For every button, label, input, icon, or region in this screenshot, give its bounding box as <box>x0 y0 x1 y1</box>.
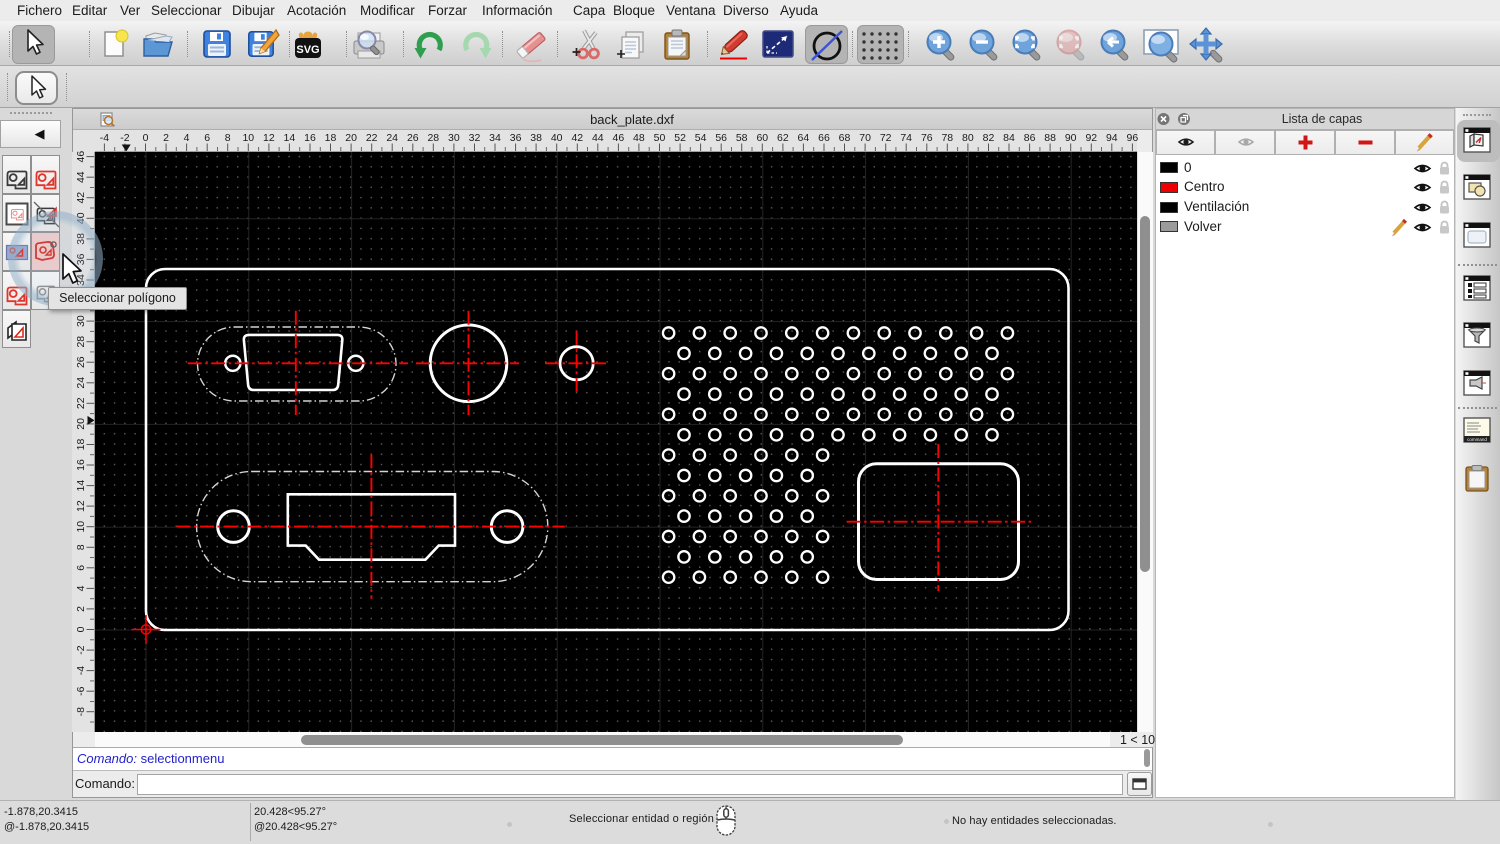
svg-text:26: 26 <box>407 132 419 144</box>
svg-text:6: 6 <box>75 565 87 571</box>
svg-text:38: 38 <box>530 132 542 144</box>
svg-text:62: 62 <box>777 132 789 144</box>
svg-text:94: 94 <box>1106 132 1118 144</box>
svg-text:28: 28 <box>75 336 87 348</box>
svg-text:70: 70 <box>859 132 871 144</box>
svg-text:26: 26 <box>75 356 87 368</box>
svg-text:80: 80 <box>962 132 974 144</box>
svg-text:54: 54 <box>695 132 707 144</box>
svg-text:-6: -6 <box>75 686 87 695</box>
svg-text:48: 48 <box>633 132 645 144</box>
svg-text:34: 34 <box>489 132 501 144</box>
svg-text:74: 74 <box>900 132 912 144</box>
svg-text:66: 66 <box>818 132 830 144</box>
svg-text:56: 56 <box>715 132 727 144</box>
svg-text:90: 90 <box>1065 132 1077 144</box>
svg-text:12: 12 <box>263 132 275 144</box>
svg-text:58: 58 <box>736 132 748 144</box>
svg-text:64: 64 <box>798 132 810 144</box>
svg-text:30: 30 <box>75 315 87 327</box>
svg-text:92: 92 <box>1085 132 1097 144</box>
svg-text:command: command <box>1467 437 1487 442</box>
svg-text:-4: -4 <box>75 666 87 675</box>
svg-text:16: 16 <box>75 459 87 471</box>
svg-text:0: 0 <box>143 132 149 144</box>
svg-text:-2: -2 <box>120 132 129 144</box>
svg-text:2: 2 <box>163 132 169 144</box>
svg-text:4: 4 <box>75 585 87 591</box>
svg-text:-8: -8 <box>75 707 87 716</box>
svg-text:22: 22 <box>75 397 87 409</box>
svg-text:32: 32 <box>469 132 481 144</box>
svg-text:76: 76 <box>921 132 933 144</box>
svg-text:30: 30 <box>448 132 460 144</box>
svg-text:52: 52 <box>674 132 686 144</box>
svg-text:10: 10 <box>75 521 87 533</box>
svg-text:36: 36 <box>510 132 522 144</box>
svg-text:14: 14 <box>284 132 296 144</box>
svg-text:18: 18 <box>75 439 87 451</box>
svg-text:20: 20 <box>75 418 87 430</box>
svg-text:50: 50 <box>654 132 666 144</box>
svg-text:44: 44 <box>75 171 87 183</box>
svg-text:42: 42 <box>75 192 87 204</box>
svg-text:86: 86 <box>1024 132 1036 144</box>
svg-text:24: 24 <box>75 377 87 389</box>
svg-text:78: 78 <box>941 132 953 144</box>
svg-text:16: 16 <box>304 132 316 144</box>
svg-text:-4: -4 <box>100 132 109 144</box>
svg-text:SVG: SVG <box>296 44 319 56</box>
svg-text:88: 88 <box>1044 132 1056 144</box>
svg-text:20: 20 <box>345 132 357 144</box>
svg-text:68: 68 <box>839 132 851 144</box>
svg-text:82: 82 <box>983 132 995 144</box>
svg-text:22: 22 <box>366 132 378 144</box>
svg-text:10: 10 <box>242 132 254 144</box>
svg-text:60: 60 <box>756 132 768 144</box>
svg-text:44: 44 <box>592 132 604 144</box>
svg-text:6: 6 <box>204 132 210 144</box>
svg-text:72: 72 <box>880 132 892 144</box>
svg-text:18: 18 <box>325 132 337 144</box>
svg-text:46: 46 <box>613 132 625 144</box>
svg-text:8: 8 <box>75 544 87 550</box>
svg-text:2: 2 <box>75 606 87 612</box>
svg-text:96: 96 <box>1127 132 1139 144</box>
svg-text:28: 28 <box>427 132 439 144</box>
svg-text:40: 40 <box>551 132 563 144</box>
svg-text:12: 12 <box>75 500 87 512</box>
svg-text:8: 8 <box>225 132 231 144</box>
svg-text:4: 4 <box>184 132 190 144</box>
svg-text:42: 42 <box>571 132 583 144</box>
svg-text:84: 84 <box>1003 132 1015 144</box>
svg-text:46: 46 <box>75 151 87 163</box>
svg-text:24: 24 <box>386 132 398 144</box>
svg-text:-2: -2 <box>75 645 87 654</box>
svg-text:0: 0 <box>75 626 87 632</box>
svg-text:14: 14 <box>75 480 87 492</box>
